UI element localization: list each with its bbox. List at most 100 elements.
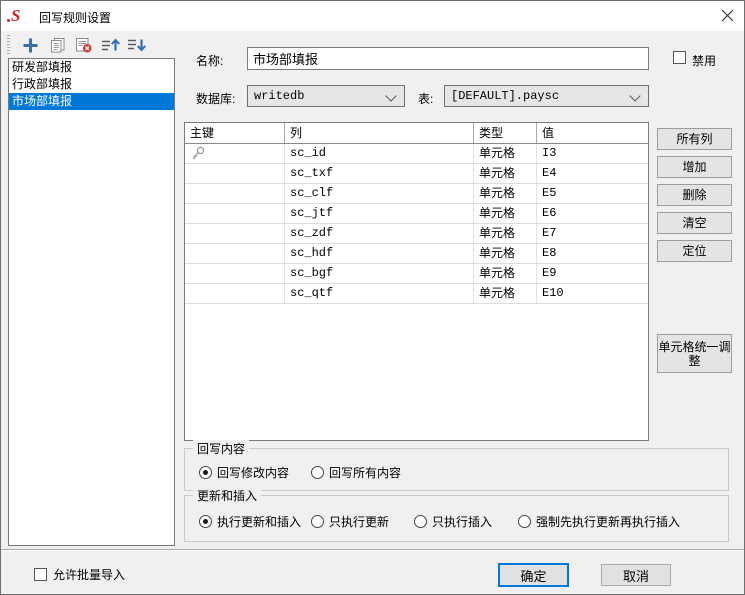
col-header-primary-key: 主键 <box>185 123 285 143</box>
column-cell: sc_zdf <box>285 224 474 243</box>
primary-key-cell <box>185 164 285 183</box>
table-row[interactable]: sc_hdf 单元格 E8 <box>185 244 648 264</box>
table-value: [DEFAULT].paysc <box>451 89 560 103</box>
primary-key-cell <box>185 264 285 283</box>
column-cell: sc_clf <box>285 184 474 203</box>
radio-label: 只执行更新 <box>329 515 390 529</box>
type-cell: 单元格 <box>474 204 537 223</box>
cancel-button[interactable]: 取消 <box>601 564 671 586</box>
primary-key-icon <box>185 144 285 163</box>
radio-label: 回写修改内容 <box>217 466 290 480</box>
primary-key-cell <box>185 244 285 263</box>
name-label: 名称: <box>196 54 224 68</box>
radio-option[interactable]: 执行更新和插入 <box>199 513 301 530</box>
mapping-table: 主键 列 类型 值 sc_id 单元格 I3 sc_txf 单元格 E4 sc_clf 单元格… <box>184 122 649 441</box>
database-select[interactable]: writedb <box>247 85 405 107</box>
ok-button[interactable]: 确定 <box>498 563 569 587</box>
chevron-down-icon <box>629 90 641 102</box>
database-label: 数据库: <box>196 92 236 106</box>
add-row-button[interactable]: 增加 <box>657 156 732 178</box>
type-cell: 单元格 <box>474 164 537 183</box>
close-icon[interactable] <box>708 1 744 30</box>
radio-icon <box>311 515 324 528</box>
radio-icon <box>414 515 427 528</box>
locate-button[interactable]: 定位 <box>657 240 732 262</box>
mapping-table-header: 主键 列 类型 值 <box>185 123 648 144</box>
move-down-icon[interactable] <box>124 34 149 56</box>
value-cell: E5 <box>542 186 557 200</box>
radio-option[interactable]: 只执行插入 <box>414 513 492 530</box>
type-cell: 单元格 <box>474 184 537 203</box>
radio-selected-icon <box>199 515 212 528</box>
radio-option[interactable]: 回写所有内容 <box>311 464 401 481</box>
radio-label: 强制先执行更新再执行插入 <box>536 515 681 529</box>
column-cell: sc_id <box>285 144 474 163</box>
column-cell: sc_jtf <box>285 204 474 223</box>
col-header-value: 值 <box>542 126 555 140</box>
radio-selected-icon <box>199 466 212 479</box>
list-item[interactable]: 研发部填报 <box>9 59 174 76</box>
writeback-rules-dialog: S 回写规则设置 研发部填报行政部填报市场部填报 名称: 禁用 数据库: wri… <box>0 0 745 595</box>
table-label: 表: <box>418 92 434 106</box>
radio-label: 只执行插入 <box>432 515 493 529</box>
update-insert-title: 更新和插入 <box>193 487 262 504</box>
add-icon[interactable] <box>18 34 43 56</box>
value-cell: E4 <box>542 166 557 180</box>
mapping-table-body: sc_id 单元格 I3 sc_txf 单元格 E4 sc_clf 单元格 E5 sc_jtf 单元… <box>185 144 648 304</box>
move-up-icon[interactable] <box>98 34 123 56</box>
type-cell: 单元格 <box>474 284 537 303</box>
value-cell: E8 <box>542 246 557 260</box>
checkbox-icon <box>673 51 686 64</box>
table-row[interactable]: sc_id 单元格 I3 <box>185 144 648 164</box>
type-cell: 单元格 <box>474 224 537 243</box>
rule-list-toolbar <box>6 33 176 57</box>
radio-icon <box>518 515 531 528</box>
list-item[interactable]: 市场部填报 <box>9 93 174 110</box>
type-cell: 单元格 <box>474 264 537 283</box>
disable-checkbox[interactable] <box>673 51 686 69</box>
type-cell: 单元格 <box>474 244 537 263</box>
value-cell: E6 <box>542 206 557 220</box>
list-item[interactable]: 行政部填报 <box>9 76 174 93</box>
primary-key-cell <box>185 184 285 203</box>
delete-icon[interactable] <box>71 34 96 56</box>
name-input[interactable] <box>247 47 649 70</box>
radio-option[interactable]: 强制先执行更新再执行插入 <box>518 513 680 530</box>
col-header-column: 列 <box>285 123 474 143</box>
database-value: writedb <box>254 89 305 103</box>
table-row[interactable]: sc_txf 单元格 E4 <box>185 164 648 184</box>
primary-key-cell <box>185 204 285 223</box>
writeback-content-title: 回写内容 <box>193 440 250 457</box>
delete-row-button[interactable]: 删除 <box>657 184 732 206</box>
batch-import-checkbox[interactable]: 允许批量导入 <box>34 566 125 583</box>
value-cell: I3 <box>542 146 557 160</box>
primary-key-cell <box>185 284 285 303</box>
col-header-type: 类型 <box>474 123 537 143</box>
radio-icon <box>311 466 324 479</box>
table-row[interactable]: sc_qtf 单元格 E10 <box>185 284 648 304</box>
writeback-content-group: 回写内容 回写修改内容 回写所有内容 <box>184 440 729 491</box>
checkbox-icon <box>34 568 47 581</box>
clear-button[interactable]: 清空 <box>657 212 732 234</box>
cell-adjust-button[interactable]: 单元格统一调整 <box>657 334 732 373</box>
column-cell: sc_qtf <box>285 284 474 303</box>
table-row[interactable]: sc_clf 单元格 E5 <box>185 184 648 204</box>
table-select[interactable]: [DEFAULT].paysc <box>444 85 649 107</box>
table-row[interactable]: sc_jtf 单元格 E6 <box>185 204 648 224</box>
column-cell: sc_hdf <box>285 244 474 263</box>
footer-separator <box>1 549 744 551</box>
radio-option[interactable]: 回写修改内容 <box>199 464 289 481</box>
toolbar-grip[interactable] <box>7 35 10 55</box>
radio-option[interactable]: 只执行更新 <box>311 513 389 530</box>
titlebar: S 回写规则设置 <box>1 1 744 31</box>
column-cell: sc_txf <box>285 164 474 183</box>
primary-key-cell <box>185 224 285 243</box>
app-logo-icon: S <box>6 6 21 25</box>
disable-label: 禁用 <box>692 54 717 68</box>
type-cell: 单元格 <box>474 144 537 163</box>
value-cell: E9 <box>542 266 557 280</box>
all-columns-button[interactable]: 所有列 <box>657 128 732 150</box>
table-row[interactable]: sc_zdf 单元格 E7 <box>185 224 648 244</box>
table-row[interactable]: sc_bgf 单元格 E9 <box>185 264 648 284</box>
copy-icon[interactable] <box>45 34 70 56</box>
